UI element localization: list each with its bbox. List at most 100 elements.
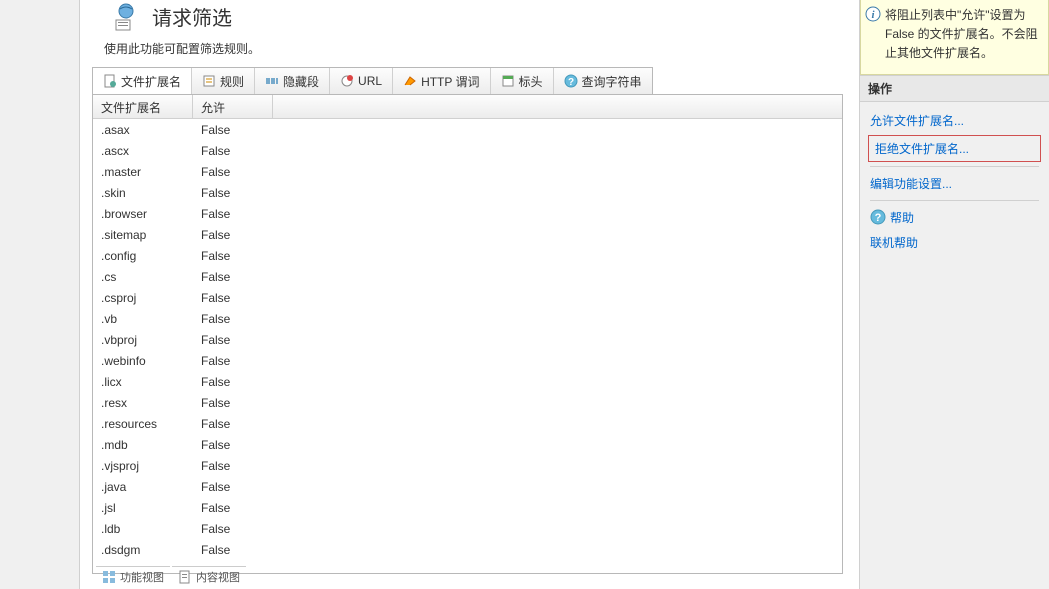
cell-extension: .skin [93,184,193,202]
cell-extension: .master [93,163,193,181]
action-help[interactable]: ? 帮助 [864,205,1045,230]
action-label: 拒绝文件扩展名... [875,140,969,157]
extensions-grid: 文件扩展名 允许 .asaxFalse.ascxFalse.masterFals… [92,94,843,574]
cell-allow: False [193,394,273,412]
main-content-panel: 请求筛选 使用此功能可配置筛选规则。 文件扩展名 规则 隐藏段 URL [80,0,855,589]
divider [870,200,1039,201]
cell-allow: False [193,205,273,223]
col-header-spacer [273,95,842,118]
cell-allow: False [193,163,273,181]
grid-header-row: 文件扩展名 允许 [93,95,842,119]
table-row[interactable]: .ldbFalse [93,518,842,539]
cell-allow: False [193,499,273,517]
action-deny-extension[interactable]: 拒绝文件扩展名... [868,135,1041,162]
grid-body[interactable]: .asaxFalse.ascxFalse.masterFalse.skinFal… [93,119,842,574]
table-row[interactable]: .licxFalse [93,371,842,392]
cell-extension: .csproj [93,289,193,307]
query-icon: ? [564,74,578,88]
tab-query-strings[interactable]: ? 查询字符串 [554,68,652,94]
table-row[interactable]: .vbFalse [93,308,842,329]
cell-allow: False [193,184,273,202]
nav-tree-panel [0,0,80,589]
info-box: i 将阻止列表中"允许"设置为 False 的文件扩展名。不会阻止其他文件扩展名… [860,0,1049,75]
table-row[interactable]: .configFalse [93,245,842,266]
cell-extension: .vjsproj [93,457,193,475]
table-row[interactable]: .webinfoFalse [93,350,842,371]
table-row[interactable]: .dsdgmFalse [93,539,842,560]
table-row[interactable]: .asaxFalse [93,119,842,140]
action-online-help[interactable]: 联机帮助 [864,230,1045,255]
table-row[interactable]: .resourcesFalse [93,413,842,434]
cell-extension: .sitemap [93,226,193,244]
table-row[interactable]: .resxFalse [93,392,842,413]
page-title-row: 请求筛选 [90,0,845,40]
col-header-extension[interactable]: 文件扩展名 [93,95,193,118]
table-row[interactable]: .mdbFalse [93,434,842,455]
cell-extension: .resources [93,415,193,433]
tab-http-verbs[interactable]: HTTP 谓词 [393,68,490,94]
content-view-icon [178,570,192,584]
table-row[interactable]: .jslFalse [93,497,842,518]
col-header-allow[interactable]: 允许 [193,95,273,118]
table-row[interactable]: .browserFalse [93,203,842,224]
cell-extension: .ascx [93,142,193,160]
action-edit-settings[interactable]: 编辑功能设置... [864,171,1045,196]
table-row[interactable]: .skinFalse [93,182,842,203]
cell-allow: False [193,478,273,496]
table-row[interactable]: .vbprojFalse [93,329,842,350]
cell-allow: False [193,352,273,370]
cell-allow: False [193,415,273,433]
cell-extension: .dsdgm [93,541,193,559]
view-switcher: 功能视图 内容视图 [96,566,246,587]
action-label: 联机帮助 [870,234,918,251]
cell-allow: False [193,268,273,286]
tab-headers[interactable]: 标头 [491,68,554,94]
svg-text:?: ? [875,212,882,224]
cell-allow: False [193,541,273,559]
tab-rules[interactable]: 规则 [192,68,255,94]
action-label: 编辑功能设置... [870,175,952,192]
table-row[interactable]: .ascxFalse [93,140,842,161]
svg-text:?: ? [567,77,573,88]
content-view-tab[interactable]: 内容视图 [172,566,246,587]
table-row[interactable]: .csprojFalse [93,287,842,308]
tab-url[interactable]: URL [330,68,393,94]
cell-allow: False [193,247,273,265]
view-tab-label: 内容视图 [196,569,240,585]
table-row[interactable]: .csFalse [93,266,842,287]
cell-extension: .licx [93,373,193,391]
tab-label: 隐藏段 [283,73,319,90]
request-filtering-icon [110,0,142,32]
rules-icon [202,74,216,88]
cell-allow: False [193,142,273,160]
features-view-tab[interactable]: 功能视图 [96,566,170,587]
table-row[interactable]: .masterFalse [93,161,842,182]
divider [870,166,1039,167]
actions-panel: i 将阻止列表中"允许"设置为 False 的文件扩展名。不会阻止其他文件扩展名… [859,0,1049,589]
cell-allow: False [193,457,273,475]
cell-extension: .mdb [93,436,193,454]
cell-extension: .asax [93,121,193,139]
cell-allow: False [193,226,273,244]
http-verb-icon [403,74,417,88]
cell-allow: False [193,310,273,328]
tab-label: 文件扩展名 [121,73,181,90]
tab-label: URL [358,74,382,88]
cell-extension: .jsl [93,499,193,517]
cell-extension: .java [93,478,193,496]
file-ext-icon [103,74,117,88]
cell-allow: False [193,520,273,538]
table-row[interactable]: .javaFalse [93,476,842,497]
table-row[interactable]: .vjsprojFalse [93,455,842,476]
cell-extension: .vbproj [93,331,193,349]
features-view-icon [102,570,116,584]
help-icon: ? [870,209,886,225]
table-row[interactable]: .sitemapFalse [93,224,842,245]
tab-hidden-segments[interactable]: 隐藏段 [255,68,330,94]
cell-extension: .vb [93,310,193,328]
tab-file-extensions[interactable]: 文件扩展名 [93,68,192,94]
action-allow-extension[interactable]: 允许文件扩展名... [864,108,1045,133]
cell-extension: .config [93,247,193,265]
page-title: 请求筛选 [152,2,232,31]
tab-label: HTTP 谓词 [421,73,479,90]
